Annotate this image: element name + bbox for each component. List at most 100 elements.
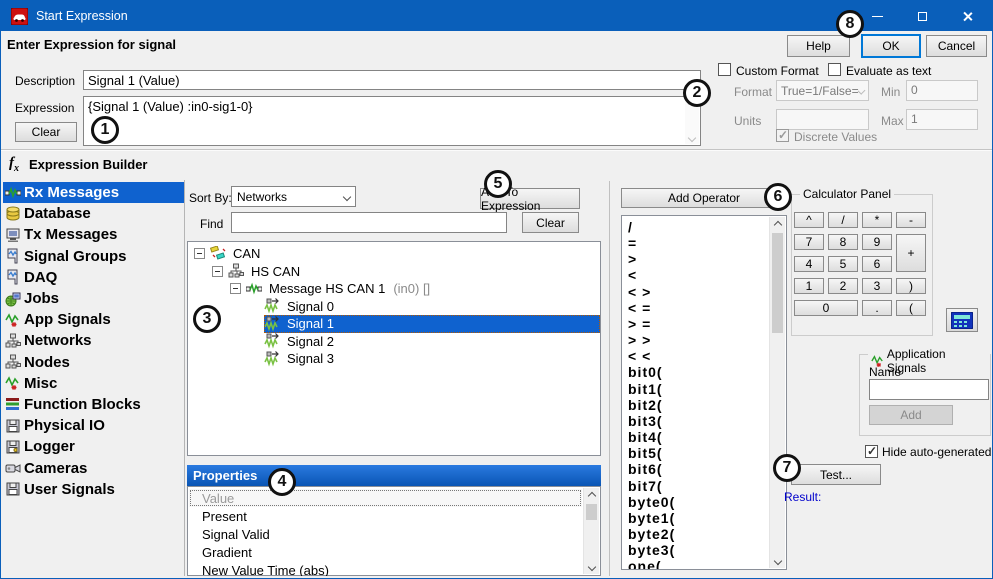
sidebar-item-physical-io[interactable]: Physical IO [3, 415, 184, 436]
operator-item[interactable]: byte0( [628, 494, 786, 510]
min-input[interactable]: 0 [906, 80, 978, 101]
property-item-value[interactable]: Value [189, 489, 582, 507]
property-item-signal-valid[interactable]: Signal Valid [188, 525, 600, 543]
sidebar-item-tx-messages[interactable]: Tx Messages [3, 224, 184, 245]
properties-scrollbar[interactable] [583, 488, 599, 574]
operator-item[interactable]: one( [628, 558, 786, 570]
calc-key-4[interactable]: 4 [794, 256, 824, 272]
operator-item[interactable]: < [628, 267, 786, 283]
property-item-new-value-time[interactable]: New Value Time (abs) [188, 561, 600, 576]
calc-key-7[interactable]: 7 [794, 234, 824, 250]
operator-item[interactable]: byte1( [628, 510, 786, 526]
calc-key-3[interactable]: 3 [862, 278, 892, 294]
scroll-thumb[interactable] [772, 233, 783, 333]
sidebar-item-nodes[interactable]: Nodes [3, 352, 184, 373]
tree-item-signal-2[interactable]: Signal 2 [188, 333, 600, 351]
operator-item[interactable]: bit7( [628, 478, 786, 494]
calc-key-2[interactable]: 2 [828, 278, 858, 294]
clear-expression-button[interactable]: Clear [15, 122, 77, 142]
operator-item[interactable]: bit3( [628, 413, 786, 429]
cancel-button[interactable]: Cancel [926, 35, 987, 57]
units-input[interactable] [776, 109, 869, 130]
calc-key-multiply[interactable]: * [862, 212, 892, 228]
calc-key-open-paren[interactable]: ( [896, 300, 926, 316]
maximize-button[interactable] [900, 1, 945, 31]
operator-item[interactable]: byte3( [628, 542, 786, 558]
calculator-launch-button[interactable] [946, 308, 978, 332]
operator-item[interactable]: = [628, 235, 786, 251]
operator-item[interactable]: > > [628, 332, 786, 348]
sidebar-item-user-signals[interactable]: User Signals [3, 479, 184, 500]
custom-format-checkbox[interactable] [718, 63, 731, 76]
calc-key-plus[interactable]: + [896, 234, 926, 272]
collapse-icon[interactable] [210, 266, 228, 277]
signal-name-input[interactable] [869, 379, 989, 400]
result-label: Result: [784, 490, 821, 504]
expression-input[interactable]: {Signal 1 (Value) :in0-sig1-0} [83, 96, 701, 146]
calc-key-9[interactable]: 9 [862, 234, 892, 250]
sidebar-item-misc[interactable]: Misc [3, 373, 184, 394]
operator-item[interactable]: > [628, 251, 786, 267]
operator-item[interactable]: / [628, 219, 786, 235]
sidebar-item-cameras[interactable]: Cameras [3, 457, 184, 478]
sidebar-item-signal-groups[interactable]: Signal Groups [3, 246, 184, 267]
tree-item-signal-3[interactable]: Signal 3 [188, 350, 600, 368]
operator-item[interactable]: > = [628, 316, 786, 332]
operator-item[interactable]: bit4( [628, 429, 786, 445]
tree-item-hs-can[interactable]: HS CAN [188, 263, 600, 281]
tree-item-can[interactable]: CAN [188, 245, 600, 263]
format-select[interactable]: True=1/False= [776, 80, 869, 101]
operator-scrollbar[interactable] [769, 217, 785, 568]
add-signal-button[interactable]: Add [869, 405, 953, 425]
operator-item[interactable]: bit2( [628, 397, 786, 413]
sidebar-item-app-signals[interactable]: App Signals [3, 309, 184, 330]
calc-key-decimal[interactable]: . [862, 300, 892, 316]
tree-item-signal-1[interactable]: Signal 1 [188, 315, 600, 333]
collapse-icon[interactable] [228, 283, 246, 294]
calc-key-minus[interactable]: - [896, 212, 926, 228]
discrete-values-checkbox[interactable]: ✓ [776, 129, 789, 142]
sidebar-item-database[interactable]: Database [3, 203, 184, 224]
calc-key-caret[interactable]: ^ [794, 212, 824, 228]
add-operator-button[interactable]: Add Operator [621, 188, 787, 208]
operator-item[interactable]: < < [628, 348, 786, 364]
hide-auto-generated-checkbox[interactable]: ✓ [865, 445, 878, 458]
evaluate-as-text-checkbox[interactable] [828, 63, 841, 76]
calc-key-8[interactable]: 8 [828, 234, 858, 250]
calc-key-6[interactable]: 6 [862, 256, 892, 272]
max-input[interactable]: 1 [906, 109, 978, 130]
sidebar-item-logger[interactable]: Logger [3, 436, 184, 457]
calc-key-5[interactable]: 5 [828, 256, 858, 272]
operator-item[interactable]: < > [628, 284, 786, 300]
scroll-thumb[interactable] [586, 504, 597, 520]
find-input[interactable] [231, 212, 507, 233]
calc-key-divide[interactable]: / [828, 212, 858, 228]
sidebar-item-daq[interactable]: DAQ [3, 267, 184, 288]
sidebar-item-rx-messages[interactable]: Rx Messages [3, 182, 184, 203]
property-item-gradient[interactable]: Gradient [188, 543, 600, 561]
close-button[interactable] [945, 1, 990, 31]
operator-item[interactable]: bit6( [628, 461, 786, 477]
sidebar-item-networks[interactable]: Networks [3, 330, 184, 351]
calc-key-1[interactable]: 1 [794, 278, 824, 294]
calc-key-0[interactable]: 0 [794, 300, 858, 316]
calc-key-close-paren[interactable]: ) [896, 278, 926, 294]
sort-by-select[interactable]: Networks [231, 186, 356, 207]
operator-item[interactable]: bit1( [628, 381, 786, 397]
find-clear-button[interactable]: Clear [522, 212, 579, 233]
operator-item[interactable]: bit5( [628, 445, 786, 461]
ok-button[interactable]: OK [861, 34, 921, 58]
operator-item[interactable]: < = [628, 300, 786, 316]
description-input[interactable] [83, 70, 701, 90]
collapse-icon[interactable] [192, 248, 210, 259]
property-item-present[interactable]: Present [188, 507, 600, 525]
scroll-down-icon [688, 134, 696, 142]
tree-item-message-hs-can-1[interactable]: Message HS CAN 1 (in0) [] [188, 280, 600, 298]
sidebar-item-jobs[interactable]: Jobs [3, 288, 184, 309]
operator-item[interactable]: bit0( [628, 364, 786, 380]
test-button[interactable]: Test... [791, 464, 881, 485]
help-button[interactable]: Help [787, 35, 850, 57]
sidebar-item-function-blocks[interactable]: Function Blocks [3, 394, 184, 415]
tree-item-signal-0[interactable]: Signal 0 [188, 298, 600, 316]
operator-item[interactable]: byte2( [628, 526, 786, 542]
